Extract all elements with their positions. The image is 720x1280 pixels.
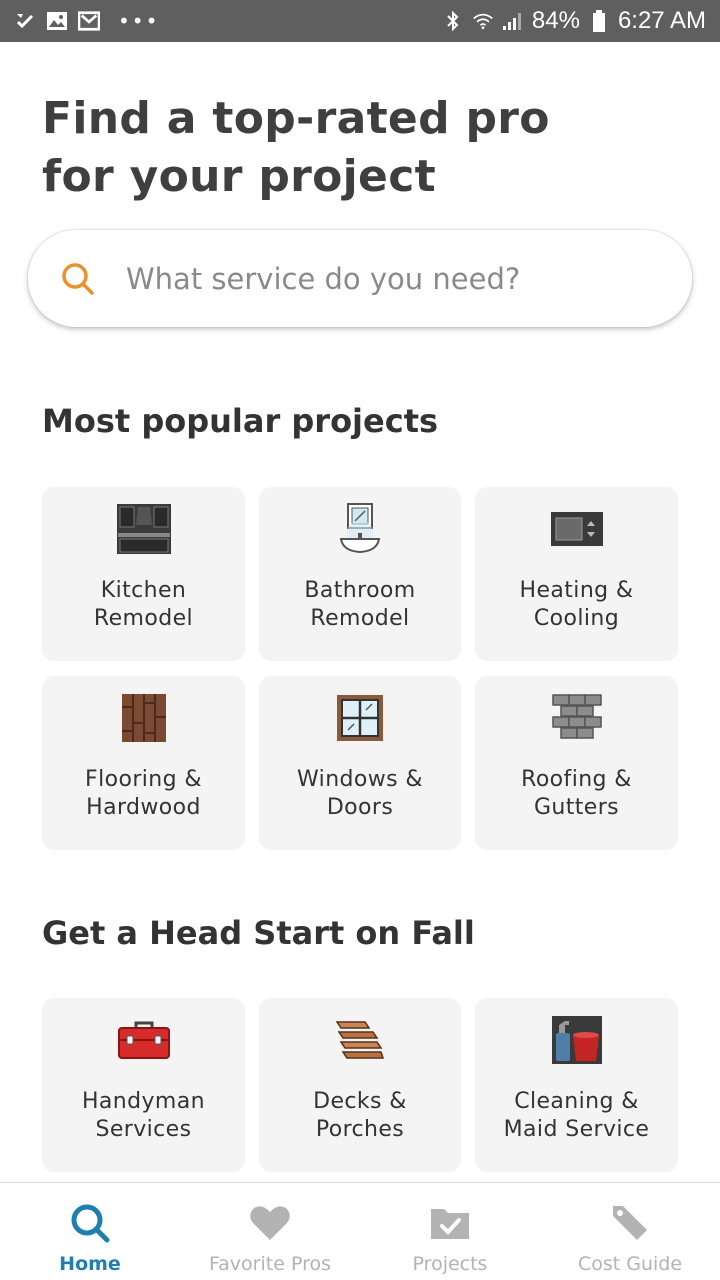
- decks-porches-card[interactable]: Decks & Porches: [259, 998, 461, 1172]
- check-notification-icon: [14, 10, 36, 32]
- tag-icon: [608, 1201, 652, 1245]
- hero-title: Find a top-rated pro for your project: [42, 90, 662, 206]
- nav-favorite-pros[interactable]: Favorite Pros: [180, 1183, 360, 1280]
- cleaning-icon: [549, 1012, 605, 1068]
- flooring-icon: [116, 690, 172, 746]
- windows-doors-card[interactable]: Windows & Doors: [259, 676, 461, 850]
- kitchen-remodel-card[interactable]: Kitchen Remodel: [42, 487, 245, 661]
- bluetooth-icon: [442, 10, 464, 32]
- nav-label: Favorite Pros: [208, 1253, 331, 1275]
- bottom-navigation: Home Favorite Pros Projects Cost Guide: [0, 1182, 720, 1280]
- nav-home[interactable]: Home: [0, 1183, 180, 1280]
- search-icon: [68, 1201, 112, 1245]
- card-label: Flooring & Hardwood: [85, 767, 202, 820]
- system-status: 84% 6:27 AM: [442, 7, 706, 35]
- search-input[interactable]: [126, 261, 646, 296]
- bathroom-icon: [332, 501, 388, 557]
- window-icon: [332, 690, 388, 746]
- search-icon: [58, 259, 98, 299]
- popular-projects-title: Most popular projects: [42, 402, 439, 440]
- card-label: Kitchen Remodel: [93, 578, 194, 631]
- hero-title-line2: for your project: [42, 151, 436, 202]
- fall-section-title: Get a Head Start on Fall: [42, 914, 475, 952]
- email-notification-icon: [78, 10, 100, 32]
- fall-projects-grid: Handyman Services Decks & Porches Cleaning…: [42, 998, 678, 1172]
- card-label: Windows & Doors: [297, 767, 423, 820]
- hero-title-line1: Find a top-rated pro: [42, 93, 550, 144]
- kitchen-icon: [116, 501, 172, 557]
- notification-icons: •••: [14, 9, 159, 33]
- status-bar: ••• 84% 6:27 AM: [0, 0, 720, 42]
- cleaning-maid-card[interactable]: Cleaning & Maid Service: [475, 998, 678, 1172]
- nav-projects[interactable]: Projects: [360, 1183, 540, 1280]
- signal-icon: [502, 10, 524, 32]
- card-label: Handyman Services: [81, 1089, 205, 1142]
- search-bar[interactable]: [28, 230, 692, 327]
- roofing-gutters-card[interactable]: Roofing & Gutters: [475, 676, 678, 850]
- card-label: Decks & Porches: [313, 1089, 407, 1142]
- image-notification-icon: [46, 10, 68, 32]
- more-notifications-icon: •••: [118, 9, 160, 33]
- clock: 6:27 AM: [617, 7, 706, 34]
- card-label: Bathroom Remodel: [304, 578, 416, 631]
- battery-percent: 84%: [531, 7, 580, 34]
- heating-cooling-card[interactable]: Heating & Cooling: [475, 487, 678, 661]
- nav-label: Home: [59, 1253, 121, 1275]
- card-label: Cleaning & Maid Service: [503, 1089, 650, 1142]
- nav-label: Cost Guide: [577, 1253, 683, 1275]
- card-label: Roofing & Gutters: [521, 767, 632, 820]
- flooring-hardwood-card[interactable]: Flooring & Hardwood: [42, 676, 245, 850]
- folder-check-icon: [428, 1201, 472, 1245]
- nav-cost-guide[interactable]: Cost Guide: [540, 1183, 720, 1280]
- handyman-services-card[interactable]: Handyman Services: [42, 998, 245, 1172]
- nav-label: Projects: [412, 1253, 488, 1275]
- thermostat-icon: [549, 501, 605, 557]
- roof-icon: [549, 690, 605, 746]
- heart-icon: [248, 1201, 292, 1245]
- wifi-icon: [472, 10, 494, 32]
- battery-icon: [588, 10, 610, 32]
- toolbox-icon: [116, 1012, 172, 1068]
- home-content[interactable]: Find a top-rated pro for your project Mo…: [0, 42, 720, 1182]
- bathroom-remodel-card[interactable]: Bathroom Remodel: [259, 487, 461, 661]
- deck-icon: [332, 1012, 388, 1068]
- popular-projects-grid: Kitchen Remodel Bathroom Remodel Heating &…: [42, 487, 678, 850]
- card-label: Heating & Cooling: [519, 578, 634, 631]
